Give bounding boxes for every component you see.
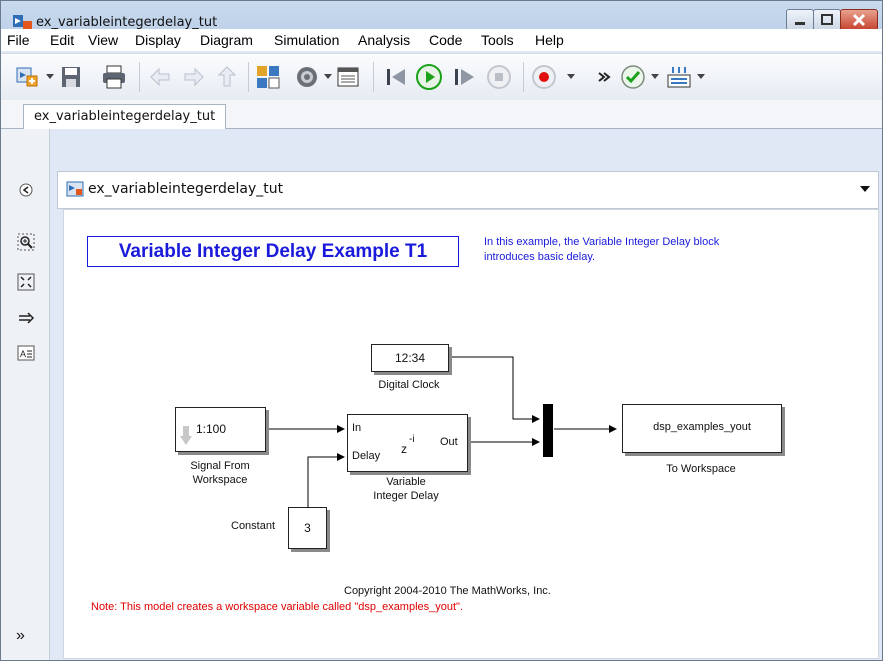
digital-clock-block[interactable]: 12:34 [371, 344, 449, 372]
line-constant-to-delay [307, 453, 345, 507]
variable-integer-delay-label: Variable Integer Delay [346, 475, 466, 503]
to-workspace-block[interactable]: dsp_examples_yout [622, 404, 782, 453]
delay-exponent: -i [409, 434, 415, 445]
line-clock-to-mux [447, 356, 540, 423]
diagram-description: In this example, the Variable Integer De… [484, 235, 719, 265]
signal-from-workspace-label: Signal From Workspace [161, 459, 279, 487]
constant-label: Constant [231, 520, 276, 532]
delay-symbol: z [401, 442, 407, 456]
copyright-text: Copyright 2004-2010 The MathWorks, Inc. [344, 585, 551, 597]
signal-from-workspace-value: 1:100 [196, 422, 227, 436]
mux-block[interactable] [543, 404, 553, 457]
description-line-2: introduces basic delay. [484, 251, 596, 263]
delay-port-out: Out [440, 436, 458, 448]
digital-clock-label: Digital Clock [378, 379, 440, 391]
delay-port-delay: Delay [352, 450, 381, 462]
signal-lines [265, 356, 617, 507]
digital-clock-value: 12:34 [394, 351, 426, 365]
delay-port-in: In [352, 422, 362, 434]
variable-integer-delay-label-line-2: Integer Delay [373, 490, 439, 502]
description-line-1: In this example, the Variable Integer De… [484, 236, 720, 248]
constant-block[interactable]: 3 [288, 507, 327, 549]
constant-value: 3 [304, 521, 311, 535]
to-workspace-value: dsp_examples_yout [653, 421, 751, 433]
signal-from-workspace-block[interactable]: 1:100 [175, 407, 266, 452]
signal-from-workspace-label-line-1: Signal From [190, 460, 250, 472]
model-window: ex_variableintegerdelay_tut File Edit Vi… [0, 0, 883, 661]
down-arrow-icon [180, 426, 192, 445]
variable-integer-delay-block[interactable]: In Delay Out z -i [347, 414, 468, 472]
note-text: Note: This model creates a workspace var… [91, 601, 464, 613]
to-workspace-label: To Workspace [666, 463, 736, 475]
diagram-title: Variable Integer Delay Example T1 [87, 236, 459, 267]
signal-from-workspace-label-line-2: Workspace [192, 474, 248, 486]
variable-integer-delay-label-line-1: Variable [386, 476, 426, 488]
